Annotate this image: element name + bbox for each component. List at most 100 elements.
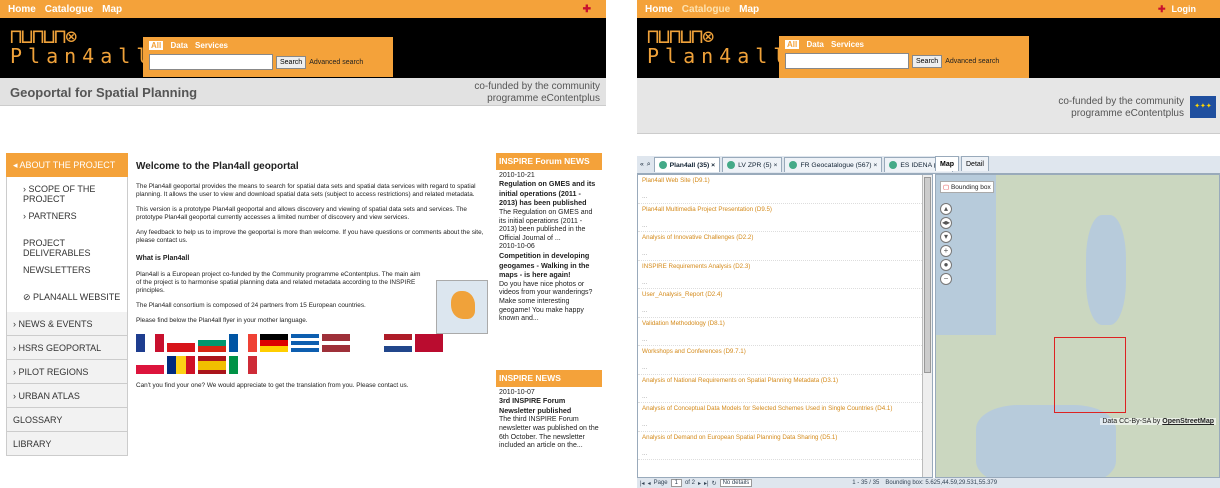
bounding-box-tool[interactable]: ▢ Bounding box [940,181,994,193]
search-icon[interactable]: ⌕ [647,161,651,169]
tab-scroll-left-icon[interactable]: « [640,161,644,168]
list-item[interactable]: User_Analysis_Report (D2.4)... [638,289,932,318]
nav-catalogue[interactable]: Catalogue [45,4,93,15]
prev-page-icon[interactable]: ◂ [648,480,651,487]
latvia-flag[interactable] [322,334,350,352]
nav-home[interactable]: Home [8,4,36,15]
nav-map[interactable]: Map [739,4,759,15]
list-item[interactable]: Analysis of Innovative Challenges (D2.2)… [638,232,932,261]
list-item[interactable]: Analysis of Conceptual Data Models for S… [638,403,932,432]
divider [606,0,637,488]
sidebar-item-news[interactable]: › NEWS & EVENTS [6,312,128,336]
map-view[interactable]: ▢ Bounding box ▴ ◂▸ ▾ + ● − Data CC-By-S… [935,174,1220,478]
tab-lv-zpr[interactable]: LV ZPR (5) × [722,157,783,172]
greece-flag[interactable] [291,334,319,352]
search-box: All Data Services Search Advanced search [779,36,1029,78]
sidebar-item-about[interactable]: ◂ ABOUT THE PROJECT [6,153,128,177]
sidebar-sub-partners[interactable]: › PARTNERS [6,204,128,231]
list-item[interactable]: Workshops and Conferences (D9.7.1)... [638,346,932,375]
advanced-search-link[interactable]: Advanced search [309,59,363,66]
page-title: Geoportal for Spatial Planning [10,85,198,100]
romania-flag[interactable] [167,356,195,374]
pan-down-icon[interactable]: ▾ [940,231,952,243]
news-headline[interactable]: 3rd INSPIRE Forum Newsletter published [499,396,571,415]
forum-news: INSPIRE Forum NEWS 2010-10-21 Regulation… [496,153,602,363]
search-input[interactable] [785,53,909,69]
eu-flag-icon: ✦✦✦ [1190,96,1216,118]
poland-flag[interactable] [136,356,164,374]
sidebar-item-library[interactable]: LIBRARY [6,432,128,456]
sidebar-sub-deliverables[interactable]: PROJECT DELIVERABLES [6,231,128,258]
refresh-icon[interactable]: ↻ [712,480,717,487]
forum-news-title: INSPIRE Forum NEWS [496,153,602,170]
tab-fr-geocatalogue[interactable]: FR Geocatalogue (567) × [784,157,883,172]
slovenia-flag[interactable] [353,334,381,352]
europe-map-thumbnail[interactable] [436,280,488,334]
search-input[interactable] [149,54,273,70]
netherlands-flag[interactable] [384,334,412,352]
list-scrollbar[interactable] [922,175,932,477]
news-summary: Do you have nice photos or videos from y… [499,280,593,323]
list-item[interactable]: Analysis of National Requirements on Spa… [638,375,932,403]
page-input[interactable]: 1 [670,479,682,487]
openstreetmap-link[interactable]: OpenStreetMap [1162,418,1214,425]
uk-flag-icon[interactable]: ✚ [583,4,591,15]
pan-left-right-icon[interactable]: ◂▸ [940,217,952,229]
tab-plan4all[interactable]: Plan4all (35) × [653,157,721,172]
search-button[interactable]: Search [912,54,943,68]
login-link[interactable]: Login [1172,4,1197,14]
sidebar-item-hsrs[interactable]: › HSRS GEOPORTAL [6,336,128,360]
sidebar-item-urban[interactable]: › URBAN ATLAS [6,384,128,408]
italy-flag[interactable] [229,356,257,374]
sidebar-sub-website[interactable]: ⊘ PLAN4ALL WEBSITE [6,285,128,312]
germany-flag[interactable] [260,334,288,352]
page-label: Page [653,480,668,486]
first-page-icon[interactable]: |◂ [640,480,645,487]
norway-flag[interactable] [415,334,443,352]
search-tab-data[interactable]: Data [806,40,823,49]
search-tab-services[interactable]: Services [831,40,864,49]
result-count: 1 - 35 / 35 [852,480,880,486]
uk-flag[interactable] [136,334,164,352]
search-tab-services[interactable]: Services [195,41,228,50]
plan4all-logo[interactable]: ⊓⊔⊓⊔⊓⊗ Plan4all [10,26,154,66]
sidebar-item-glossary[interactable]: GLOSSARY [6,408,128,432]
list-item[interactable]: INSPIRE Requirements Analysis (D2.3)... [638,261,932,289]
search-tab-all[interactable]: All [149,41,164,50]
nav-home[interactable]: Home [645,4,673,15]
search-tab-data[interactable]: Data [170,41,187,50]
advanced-search-link[interactable]: Advanced search [945,58,999,65]
zoom-world-icon[interactable]: ● [940,259,952,271]
uk-flag-icon[interactable]: ✚ [1158,4,1166,14]
tab-map[interactable]: Map [935,156,959,171]
no-details-toggle[interactable]: No details [719,479,753,487]
sidebar-sub-scope[interactable]: › SCOPE OF THE PROJECT [6,177,128,204]
sidebar-item-pilot[interactable]: › PILOT REGIONS [6,360,128,384]
plan4all-logo[interactable]: ⊓⊔⊓⊔⊓⊗ Plan4all [647,26,791,66]
zoom-out-icon[interactable]: − [940,273,952,285]
zoom-in-icon[interactable]: + [940,245,952,257]
list-item[interactable]: Plan4all Multimedia Project Presentation… [638,204,932,232]
next-page-icon[interactable]: ▸ [698,480,701,487]
czech-flag[interactable] [167,334,195,352]
scrollbar-thumb[interactable] [924,177,931,373]
sidebar-sub-newsletters[interactable]: NEWSLETTERS [6,258,128,285]
news-headline[interactable]: Competition in developing geogames - Wal… [499,251,589,279]
search-tab-all[interactable]: All [785,40,800,49]
last-page-icon[interactable]: ▸| [704,480,709,487]
nav-catalogue[interactable]: Catalogue [682,4,730,15]
bounding-box-rectangle[interactable] [1054,337,1126,413]
spain-flag[interactable] [198,356,226,374]
pan-up-icon[interactable]: ▴ [940,203,952,215]
news-headline[interactable]: Regulation on GMES and its initial opera… [499,179,595,207]
list-item[interactable]: Plan4all Web Site (D9.1)... [638,175,932,204]
bulgaria-flag[interactable] [198,334,226,352]
search-button[interactable]: Search [276,55,307,69]
nav-map[interactable]: Map [102,4,122,15]
list-item[interactable]: Analysis of Demand on European Spatial P… [638,432,932,460]
tab-detail[interactable]: Detail [961,156,989,171]
list-item[interactable]: Validation Methodology (D8.1)... [638,318,932,346]
france-flag[interactable] [229,334,257,352]
translation-paragraph: Can't you find your one? We would apprec… [136,382,409,389]
bounding-box-readout: Bounding box: 5.625,44.59,29.531,55.379 [885,480,998,486]
